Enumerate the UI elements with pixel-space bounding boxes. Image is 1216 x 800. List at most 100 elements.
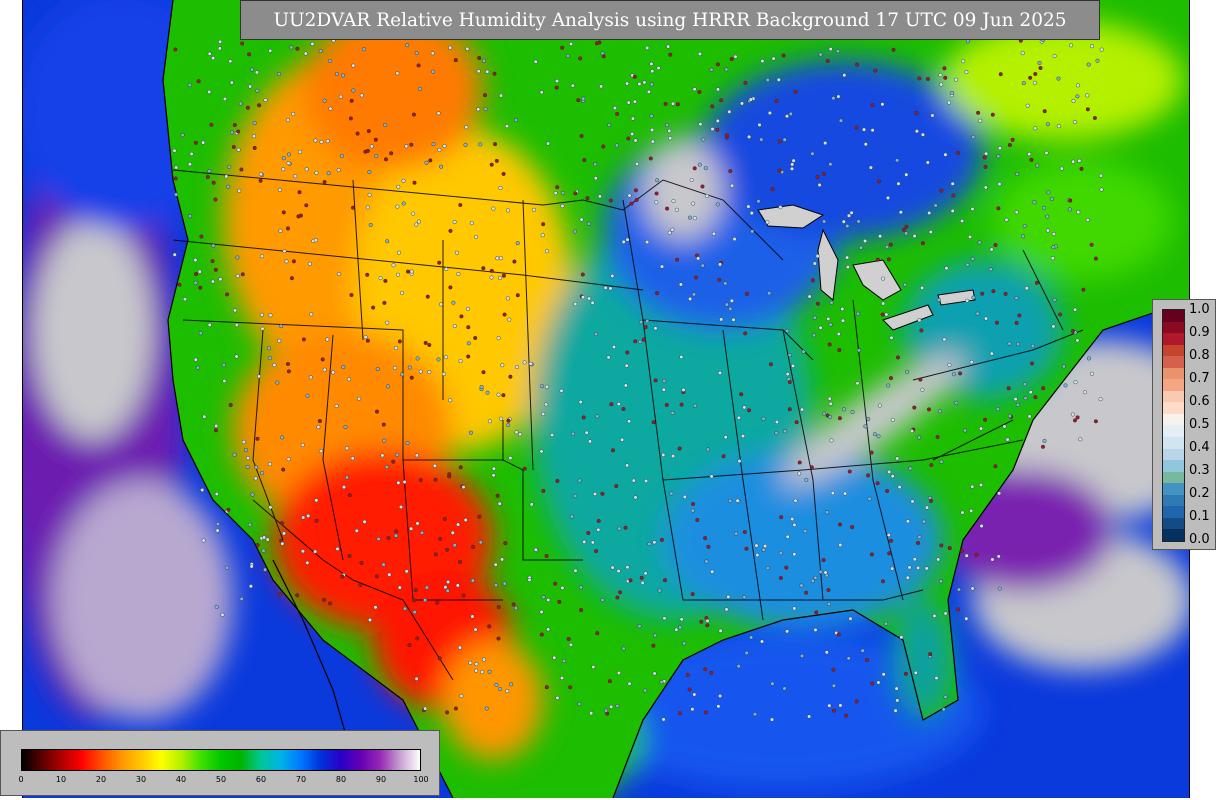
observation-dot (912, 557, 917, 562)
observation-dot (445, 547, 450, 552)
observation-dot (590, 300, 595, 305)
observation-dot (406, 269, 411, 274)
observation-dot (187, 214, 192, 219)
observation-dot (932, 613, 937, 618)
observation-dot (844, 713, 849, 718)
observation-dot (328, 59, 333, 64)
observation-dot (257, 374, 262, 379)
observation-dot (248, 584, 253, 589)
observation-dot (1073, 380, 1078, 385)
observation-dot (654, 200, 659, 205)
observation-dot (818, 325, 823, 330)
observation-dot (652, 540, 657, 545)
observation-dot (541, 595, 546, 600)
observation-dot (870, 128, 875, 133)
observation-dot (448, 228, 453, 233)
observation-dot (173, 176, 178, 181)
observation-dot (359, 93, 364, 98)
observation-dot (700, 263, 705, 268)
observation-dot (887, 551, 892, 556)
observation-dot (1056, 76, 1061, 81)
observation-dot (445, 588, 450, 593)
observation-dot (474, 662, 479, 667)
observation-dot (761, 547, 766, 552)
observation-dot (790, 166, 795, 171)
observation-dot (211, 180, 216, 185)
observation-dot (539, 90, 544, 95)
observation-dot (236, 129, 241, 134)
observation-dot (866, 417, 871, 422)
observation-dot (970, 206, 975, 211)
rh-colorbar: 0 10 20 30 40 50 60 70 80 90 100 (0, 730, 440, 796)
observation-dot (515, 293, 520, 298)
observation-dot (193, 140, 198, 145)
observation-dot (822, 219, 827, 224)
observation-dot (839, 118, 844, 123)
observation-dot (1098, 173, 1103, 178)
observation-dot (489, 162, 494, 167)
observation-dot (645, 45, 650, 50)
observation-dot (1095, 58, 1100, 63)
observation-dot (331, 370, 336, 375)
observation-dot (198, 331, 203, 336)
observation-dot (495, 256, 500, 261)
observation-dot (631, 478, 636, 483)
observation-dot (418, 86, 423, 91)
observation-dot (189, 151, 194, 156)
observation-dot (386, 384, 391, 389)
observation-dot (578, 56, 583, 61)
observation-dot (478, 142, 483, 147)
observation-dot (599, 84, 604, 89)
observation-dot (976, 110, 981, 115)
observation-dot (1045, 122, 1050, 127)
observation-dot (934, 676, 939, 681)
observation-dot (539, 632, 544, 637)
observation-dot (334, 71, 339, 76)
observation-dot (603, 285, 608, 290)
observation-dot (662, 378, 667, 383)
observation-dot (692, 87, 697, 92)
observation-dot (1014, 296, 1019, 301)
observation-dot (903, 671, 908, 676)
observation-dot (1002, 424, 1007, 429)
observation-dot (876, 680, 881, 685)
observation-dot (625, 463, 630, 468)
observation-dot (306, 513, 311, 518)
observation-dot (692, 166, 697, 171)
observation-dot (895, 158, 900, 163)
observation-dot (474, 234, 479, 239)
observation-dot (943, 75, 948, 80)
observation-dot (960, 548, 965, 553)
observation-dot (870, 103, 875, 108)
observation-dot (591, 665, 596, 670)
observation-dot (172, 252, 177, 257)
observation-dot (679, 617, 684, 622)
colorbar-segment (1163, 390, 1184, 403)
colorbar-segment (1163, 333, 1184, 345)
observation-dot (577, 702, 582, 707)
observation-dot (394, 529, 399, 534)
observation-dot (709, 474, 714, 479)
observation-dot (691, 201, 696, 206)
observation-dot (265, 537, 270, 542)
observation-dot (492, 71, 497, 76)
observation-dot (468, 660, 473, 665)
observation-dot (960, 218, 965, 223)
observation-dot (831, 96, 836, 101)
observation-dot (568, 685, 573, 690)
observation-dot (729, 57, 734, 62)
observation-dot (498, 276, 503, 281)
observation-dot (409, 269, 414, 274)
observation-dot (954, 400, 959, 405)
pacific-gray-region-south (53, 480, 233, 720)
observation-dot (747, 134, 752, 139)
observation-dot (667, 128, 672, 133)
observation-dot (891, 47, 896, 52)
observation-dot (254, 70, 259, 75)
observation-dot (544, 384, 549, 389)
observation-colorbar-label: 0.8 (1189, 348, 1210, 363)
observation-dot (211, 56, 216, 61)
observation-dot (237, 188, 242, 193)
observation-dot (529, 502, 534, 507)
observation-dot (340, 574, 345, 579)
